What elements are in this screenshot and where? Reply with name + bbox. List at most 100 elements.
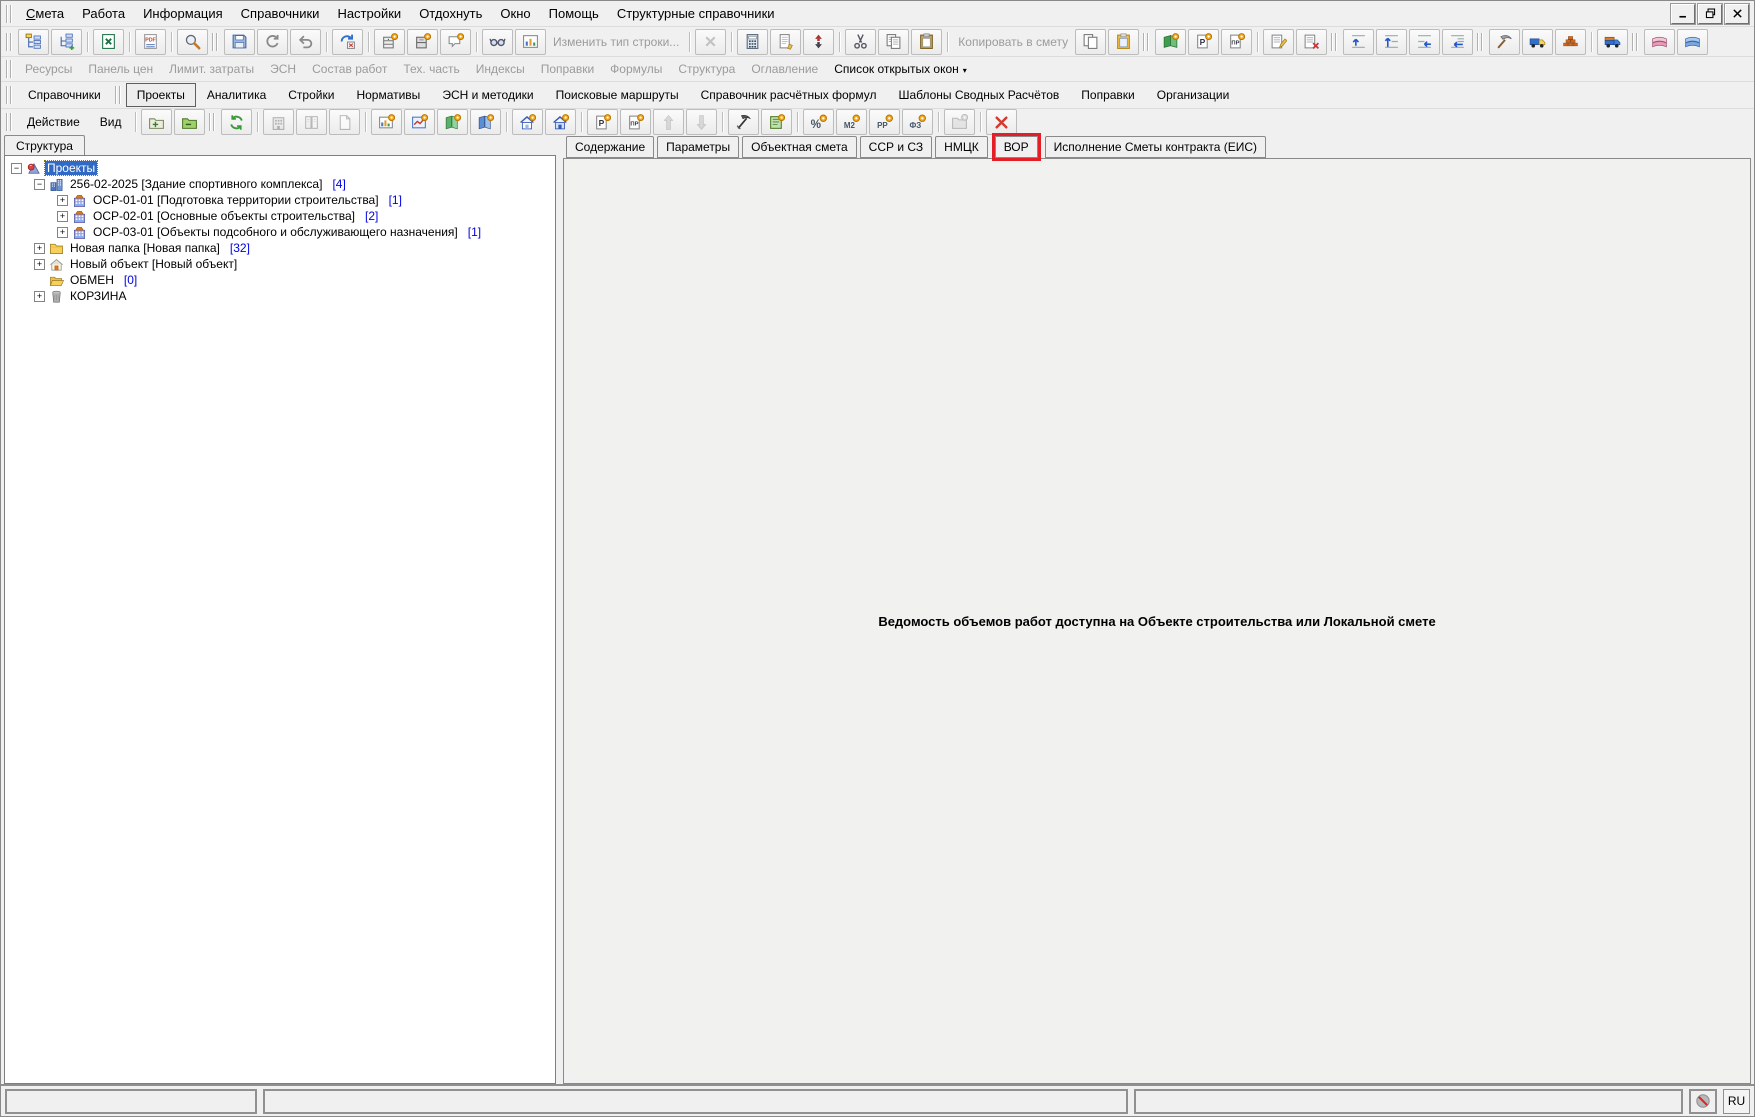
tree-expander-minus-icon[interactable]: − <box>11 162 22 174</box>
tree-item-korzina[interactable]: + КОРЗИНА <box>7 288 553 304</box>
tree-expander-plus-icon[interactable]: + <box>34 258 45 270</box>
toolbar-grip[interactable] <box>212 32 218 51</box>
tree-expander-plus-icon[interactable]: + <box>57 194 68 206</box>
paste-doc-button[interactable] <box>1108 28 1140 55</box>
indent-left2-button[interactable] <box>1442 28 1474 55</box>
page-p-action-button[interactable]: P <box>587 109 619 135</box>
language-indicator[interactable]: RU <box>1723 1088 1750 1114</box>
menu-informaciya[interactable]: Информация <box>134 3 232 24</box>
menu-otdohnut[interactable]: Отдохнуть <box>410 3 491 24</box>
paste-button[interactable] <box>911 28 943 55</box>
tree-expander-plus-icon[interactable]: + <box>34 290 45 302</box>
menu-spravochniki[interactable]: Справочники <box>232 3 329 24</box>
unlock-button[interactable] <box>332 28 363 55</box>
tab-shablony-svodnyh-raschetov[interactable]: Шаблоны Сводных Расчётов <box>887 83 1070 107</box>
pickaxe-dark-button[interactable] <box>728 109 760 135</box>
bricks-button[interactable] <box>1555 28 1587 55</box>
save-button[interactable] <box>224 28 255 55</box>
toolbar-grip[interactable] <box>6 60 12 78</box>
tab-nmck[interactable]: НМЦК <box>935 136 988 158</box>
panel-splitter[interactable] <box>556 135 563 1084</box>
tree-expander-plus-icon[interactable]: + <box>34 242 45 254</box>
search-button[interactable] <box>177 28 208 55</box>
tree-item-osr-01-01[interactable]: + ОСР-01-01 [Подготовка территории строит… <box>7 192 553 208</box>
chart-gear2-button[interactable] <box>404 109 436 135</box>
tab-structure[interactable]: Структура <box>4 135 85 155</box>
tree-item-osr-02-01[interactable]: + ОСР-02-01 [Основные объекты строительст… <box>7 208 553 224</box>
tree-item-novaya-papka[interactable]: + Новая папка [Новая папка] [32] <box>7 240 553 256</box>
menu-rabota[interactable]: Работа <box>73 3 134 24</box>
tree-expander-plus-icon[interactable]: + <box>57 210 68 222</box>
truck-cargo-button[interactable] <box>1597 28 1629 55</box>
tree-item-256-02-2025[interactable]: − 256-02-2025 [Здание спортивного комплек… <box>7 176 553 192</box>
menu-deystvie[interactable]: Действие <box>17 111 90 133</box>
f3-gear-button[interactable]: ФЗ <box>902 109 934 135</box>
page-p-button[interactable]: P <box>1188 28 1220 55</box>
chart-gear-button[interactable] <box>371 109 403 135</box>
menu-okno[interactable]: Окно <box>491 3 539 24</box>
copy-button[interactable] <box>878 28 910 55</box>
close-button[interactable] <box>1724 2 1750 25</box>
tab-organizacii[interactable]: Организации <box>1146 83 1241 107</box>
copy-doc-button[interactable] <box>1075 28 1107 55</box>
menu-nastroyki[interactable]: Настройки <box>328 3 410 24</box>
hammer-button[interactable] <box>1489 28 1521 55</box>
menu-pomosch[interactable]: Помощь <box>540 3 608 24</box>
restore-button[interactable] <box>1697 2 1723 25</box>
tab-ssr-i-sz[interactable]: ССР и СЗ <box>859 136 933 158</box>
book-pink-button[interactable] <box>1644 28 1676 55</box>
minimize-button[interactable] <box>1670 2 1696 25</box>
folder-minus-button[interactable] <box>174 109 206 135</box>
menubar-grip[interactable] <box>6 4 12 23</box>
house-gear2-button[interactable] <box>545 109 577 135</box>
menu-smeta[interactable]: Смета <box>17 3 73 24</box>
page-pr-action-button[interactable]: ПР <box>620 109 652 135</box>
tab-vor[interactable]: ВОР <box>994 136 1038 158</box>
chart-button[interactable] <box>515 28 546 55</box>
panel-item-spisok-otkrytyh-okon[interactable]: Список открытых окон ▾ <box>826 60 975 78</box>
folder-plus-button[interactable] <box>141 109 173 135</box>
tab-proekty[interactable]: Проекты <box>125 83 196 107</box>
pp-gear-button[interactable]: РР <box>869 109 901 135</box>
percent-gear-button[interactable]: % <box>803 109 835 135</box>
calculator-button[interactable] <box>737 28 769 55</box>
undo-button[interactable] <box>290 28 321 55</box>
tab-spravochniki[interactable]: Справочники <box>17 83 112 107</box>
tab-stroyki[interactable]: Стройки <box>277 83 345 107</box>
book-green-gear-button[interactable] <box>437 109 469 135</box>
book-gear-button[interactable] <box>1155 28 1187 55</box>
cabinet-gear-button[interactable] <box>374 28 405 55</box>
toolbar-grip[interactable] <box>1632 32 1639 51</box>
book-blue-gear-button[interactable] <box>470 109 502 135</box>
tree-item-proekty[interactable]: − Проекты <box>7 160 553 176</box>
toolbar-grip[interactable] <box>114 86 121 104</box>
tab-normativy[interactable]: Нормативы <box>345 83 431 107</box>
pdf-button[interactable]: PDF <box>135 28 166 55</box>
tab-parametry[interactable]: Параметры <box>657 136 740 158</box>
cabinet-gear2-button[interactable] <box>407 28 438 55</box>
glasses-button[interactable] <box>482 28 513 55</box>
toolbar-grip[interactable] <box>6 113 12 131</box>
menu-strukturnye-spravochniki[interactable]: Структурные справочники <box>608 3 784 24</box>
toolbar-grip[interactable] <box>1477 32 1484 51</box>
toolbar-grip[interactable] <box>1331 32 1338 51</box>
page-edit-button[interactable] <box>770 28 802 55</box>
house-gear-button[interactable] <box>512 109 544 135</box>
close-red-button[interactable] <box>986 109 1018 135</box>
toolbar-grip[interactable] <box>6 32 12 51</box>
excel-button[interactable] <box>93 28 124 55</box>
tree-expander-plus-icon[interactable]: + <box>57 226 68 238</box>
edit-add-button[interactable] <box>1263 28 1295 55</box>
toolbar-grip[interactable] <box>6 86 12 104</box>
refresh-green-button[interactable] <box>221 109 253 135</box>
tab-soderzhanie[interactable]: Содержание <box>566 136 655 158</box>
sort-updown-button[interactable] <box>803 28 835 55</box>
page-pr-button[interactable]: ПР <box>1221 28 1253 55</box>
tree-expander-minus-icon[interactable]: − <box>34 178 45 190</box>
edit-del-button[interactable] <box>1296 28 1328 55</box>
tree-item-osr-03-01[interactable]: + ОСР-03-01 [Объекты подсобного и обслужи… <box>7 224 553 240</box>
indent-up-button[interactable] <box>1343 28 1375 55</box>
book-blue-button[interactable] <box>1677 28 1709 55</box>
indent-left-button[interactable] <box>1409 28 1441 55</box>
menu-vid[interactable]: Вид <box>90 111 132 133</box>
